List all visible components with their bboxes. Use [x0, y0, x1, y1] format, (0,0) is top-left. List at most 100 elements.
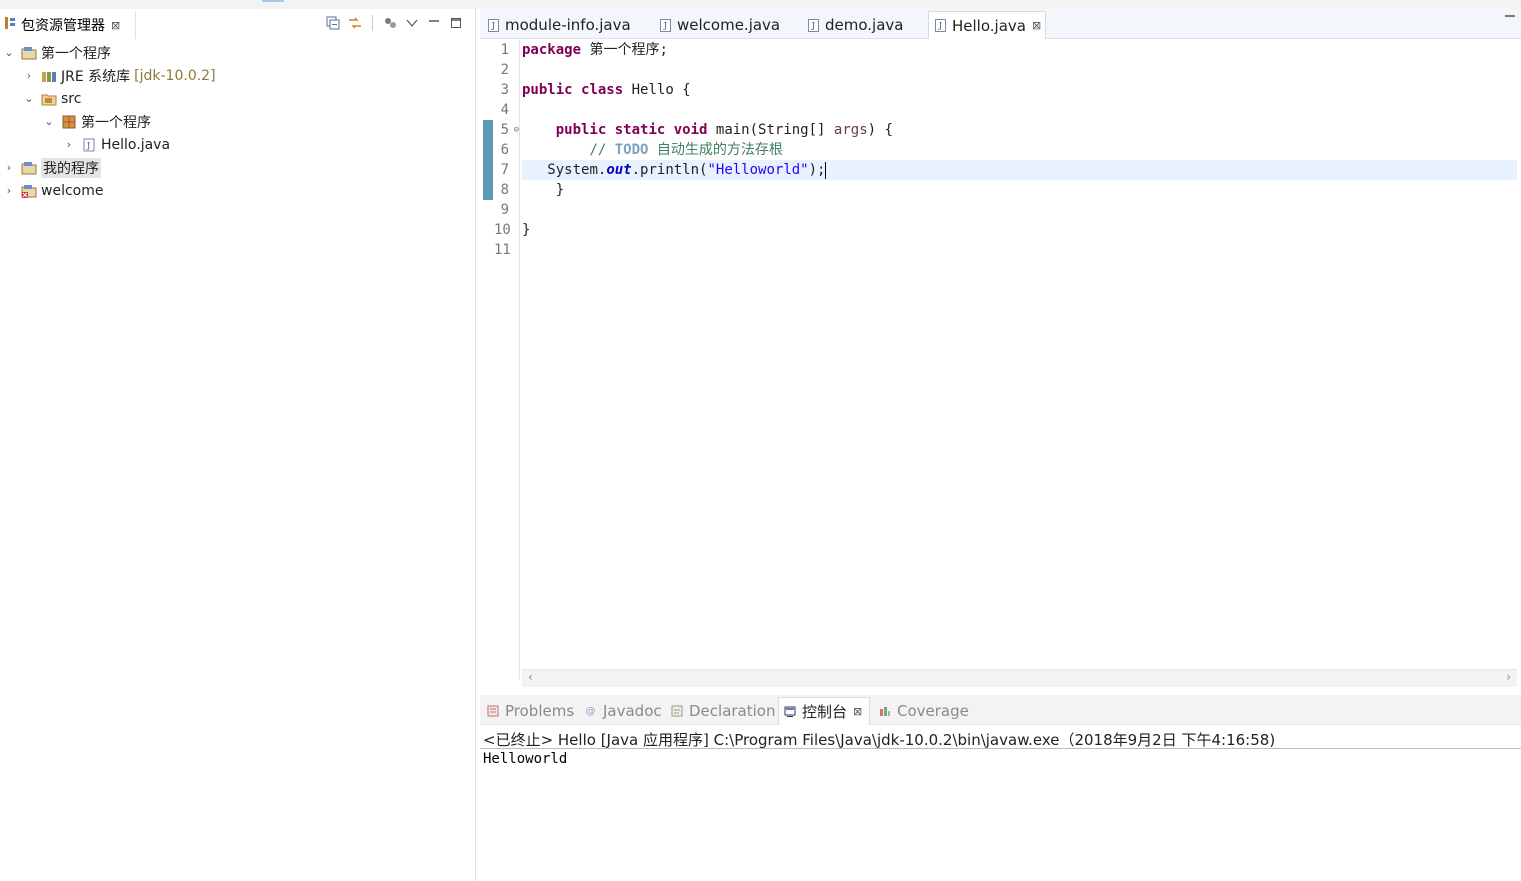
java-file-icon: J — [488, 18, 499, 32]
view-menu-icon[interactable] — [403, 14, 421, 32]
tab-declaration[interactable]: Declaration — [666, 697, 776, 725]
tab-javadoc[interactable]: @ Javadoc — [580, 697, 664, 725]
tab-label: demo.java — [825, 16, 904, 34]
tab-hello[interactable]: J Hello.java ⊠ — [928, 11, 1046, 39]
line-number-text: 5 — [500, 122, 509, 138]
tab-module-info[interactable]: J module-info.java — [482, 11, 652, 39]
toolbar-separator — [372, 15, 373, 31]
change-ruler — [480, 40, 494, 679]
code-line[interactable] — [522, 240, 1517, 260]
code-line[interactable]: } — [522, 220, 1517, 240]
code-line[interactable] — [522, 60, 1517, 80]
coverage-icon — [878, 705, 891, 718]
java-file-icon: J — [808, 18, 819, 32]
tree-item-project-welcome[interactable]: › welcome — [0, 179, 476, 202]
svg-text:J: J — [86, 141, 90, 150]
fold-icon[interactable]: ⊖ — [514, 120, 519, 140]
code-line[interactable]: // TODO 自动生成的方法存根 — [522, 140, 1517, 160]
tree-item-label: src — [61, 90, 82, 107]
code-text: ); — [808, 162, 826, 178]
console-status-line: <已终止> Hello [Java 应用程序] C:\Program Files… — [483, 731, 1276, 749]
tree-item-project-first[interactable]: ⌄ 第一个程序 — [0, 41, 476, 64]
line-number: 1 — [500, 42, 509, 58]
link-with-editor-icon[interactable] — [346, 14, 364, 32]
keyword: void — [673, 122, 708, 138]
chevron-right-icon[interactable]: › — [3, 161, 15, 174]
tab-demo[interactable]: J demo.java — [802, 11, 926, 39]
line-number: 9 — [500, 202, 509, 218]
code-text-area[interactable]: package 第一个程序; public class Hello { publ… — [522, 40, 1517, 679]
scroll-right-icon[interactable]: › — [1506, 670, 1511, 684]
package-explorer-panel: 包资源管理器 ⊠ ⌄ 第一个程序 › JRE 系统库 [jdk-10.0.2] … — [0, 9, 476, 881]
code-text: main(String[] — [707, 122, 834, 138]
tab-console[interactable]: 控制台 ⊠ — [778, 697, 870, 725]
top-strip — [0, 0, 1521, 9]
tree-item-src[interactable]: ⌄ src — [0, 87, 476, 110]
close-icon[interactable]: ⊠ — [111, 19, 120, 32]
code-line[interactable] — [522, 200, 1517, 220]
package-explorer-tab[interactable]: 包资源管理器 ⊠ — [0, 11, 136, 39]
tree-item-label: 第一个程序 — [41, 45, 111, 62]
tree-item-jre-library[interactable]: › JRE 系统库 [jdk-10.0.2] — [0, 64, 476, 87]
code-line[interactable]: } — [522, 180, 1517, 200]
current-code-line[interactable]: System.out.println("Helloworld"); — [522, 160, 1517, 180]
console-panel: Problems @ Javadoc Declaration 控制台 ⊠ Cov… — [480, 695, 1521, 881]
chevron-down-icon[interactable]: ⌄ — [23, 92, 35, 105]
java-file-icon: J — [935, 19, 946, 32]
static-field: out — [606, 162, 632, 178]
minimize-icon[interactable] — [425, 14, 443, 32]
tab-welcome[interactable]: J welcome.java — [654, 11, 800, 39]
package-explorer-toolbar — [324, 14, 465, 32]
horizontal-scrollbar[interactable]: ‹ › — [522, 669, 1517, 687]
close-icon[interactable]: ⊠ — [1032, 19, 1041, 32]
quick-diff-marker — [483, 120, 493, 200]
keyword: public — [522, 82, 573, 98]
java-project-error-icon — [21, 184, 37, 198]
code-text: } — [555, 182, 565, 198]
top-strip-marker — [262, 0, 284, 2]
tab-label: Javadoc — [603, 702, 662, 720]
collapse-all-icon[interactable] — [324, 14, 342, 32]
code-line[interactable]: package 第一个程序; — [522, 40, 1517, 60]
chevron-right-icon[interactable]: › — [3, 184, 15, 197]
java-file-icon: J — [660, 18, 671, 32]
library-icon — [41, 69, 57, 83]
scroll-left-icon[interactable]: ‹ — [528, 670, 533, 684]
line-number: 4 — [500, 102, 509, 118]
maximize-icon[interactable] — [447, 14, 465, 32]
line-number: 2 — [500, 62, 509, 78]
keyword: package — [522, 42, 582, 58]
filter-icon[interactable] — [381, 14, 399, 32]
code-line[interactable]: public static void main(String[] args) { — [522, 120, 1517, 140]
java-project-icon — [21, 46, 37, 60]
tree-item-package[interactable]: ⌄ 第一个程序 — [0, 110, 476, 133]
comment: // — [589, 142, 615, 158]
minimize-icon[interactable] — [1505, 15, 1515, 17]
console-output[interactable]: Helloworld — [483, 751, 567, 767]
code-line[interactable] — [522, 100, 1517, 120]
code-text: System. — [547, 162, 607, 178]
string-literal: "Helloworld" — [707, 162, 809, 178]
chevron-right-icon[interactable]: › — [23, 69, 35, 82]
chevron-down-icon[interactable]: ⌄ — [43, 115, 55, 128]
tree-item-label: 我的程序 — [41, 157, 101, 178]
keyword: static — [614, 122, 666, 138]
keyword: class — [581, 82, 624, 98]
tab-coverage[interactable]: Coverage — [874, 697, 974, 725]
code-line[interactable]: public class Hello { — [522, 80, 1517, 100]
close-icon[interactable]: ⊠ — [853, 705, 862, 718]
code-text: .println( — [631, 162, 708, 178]
package-explorer-tabbar: 包资源管理器 ⊠ — [0, 9, 475, 39]
line-number: 10 — [494, 222, 511, 238]
tree-item-hello-java[interactable]: › J Hello.java — [0, 133, 476, 156]
line-number: 8 — [500, 182, 509, 198]
tab-problems[interactable]: Problems — [482, 697, 578, 725]
chevron-right-icon[interactable]: › — [63, 138, 75, 151]
console-divider — [480, 748, 1521, 749]
chevron-down-icon[interactable]: ⌄ — [3, 46, 15, 59]
line-number: 7 — [500, 162, 509, 178]
problems-icon — [486, 705, 499, 718]
package-explorer-tab-label: 包资源管理器 — [21, 18, 105, 34]
tree-item-project-mine[interactable]: › 我的程序 — [0, 156, 476, 179]
keyword: public — [555, 122, 607, 138]
